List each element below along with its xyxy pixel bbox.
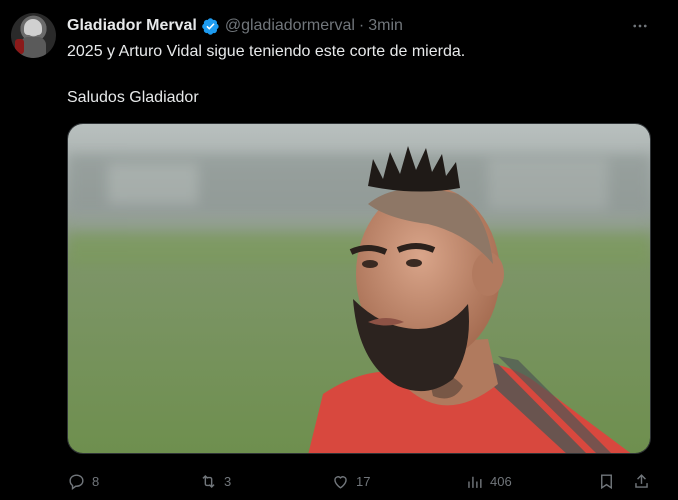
tweet-card[interactable]: Gladiador Merval @gladiadormerval · 3min…	[0, 0, 678, 500]
bookmark-button[interactable]	[597, 468, 616, 494]
separator-dot: ·	[358, 17, 365, 34]
reply-icon	[69, 473, 84, 490]
retweet-button[interactable]: 3	[199, 468, 231, 494]
verified-icon	[202, 17, 219, 35]
action-bar: 8 3 17 406	[67, 468, 657, 494]
avatar-figure-shield	[15, 39, 24, 54]
tweet-header: Gladiador Merval @gladiadormerval · 3min	[67, 16, 403, 36]
share-button[interactable]	[632, 468, 651, 494]
views-icon	[468, 476, 482, 488]
like-icon	[334, 475, 347, 489]
retweet-count: 3	[224, 473, 232, 489]
tweet-text-signoff: Saludos Gladiador	[67, 89, 199, 106]
more-button[interactable]	[629, 16, 651, 36]
more-icon	[633, 24, 647, 28]
views-count: 406	[490, 473, 512, 489]
bookmark-icon	[601, 473, 612, 489]
tweet-photo[interactable]	[67, 123, 651, 454]
like-count: 17	[356, 473, 371, 489]
retweet-icon	[202, 474, 215, 488]
tweet-text: 2025 y Arturo Vidal sigue teniendo este …	[67, 43, 466, 60]
views-button[interactable]: 406	[465, 468, 512, 494]
tweet-time[interactable]: 3min	[368, 17, 403, 35]
author-handle[interactable]: @gladiadormerval	[225, 17, 355, 35]
share-icon	[635, 473, 648, 488]
reply-count: 8	[92, 473, 100, 489]
like-button[interactable]: 17	[331, 468, 370, 494]
avatar[interactable]	[11, 13, 56, 58]
author-name[interactable]: Gladiador Merval	[67, 17, 197, 35]
reply-button[interactable]: 8	[67, 468, 99, 494]
photo-image	[68, 124, 650, 453]
avatar-figure-helmet	[24, 19, 42, 35]
